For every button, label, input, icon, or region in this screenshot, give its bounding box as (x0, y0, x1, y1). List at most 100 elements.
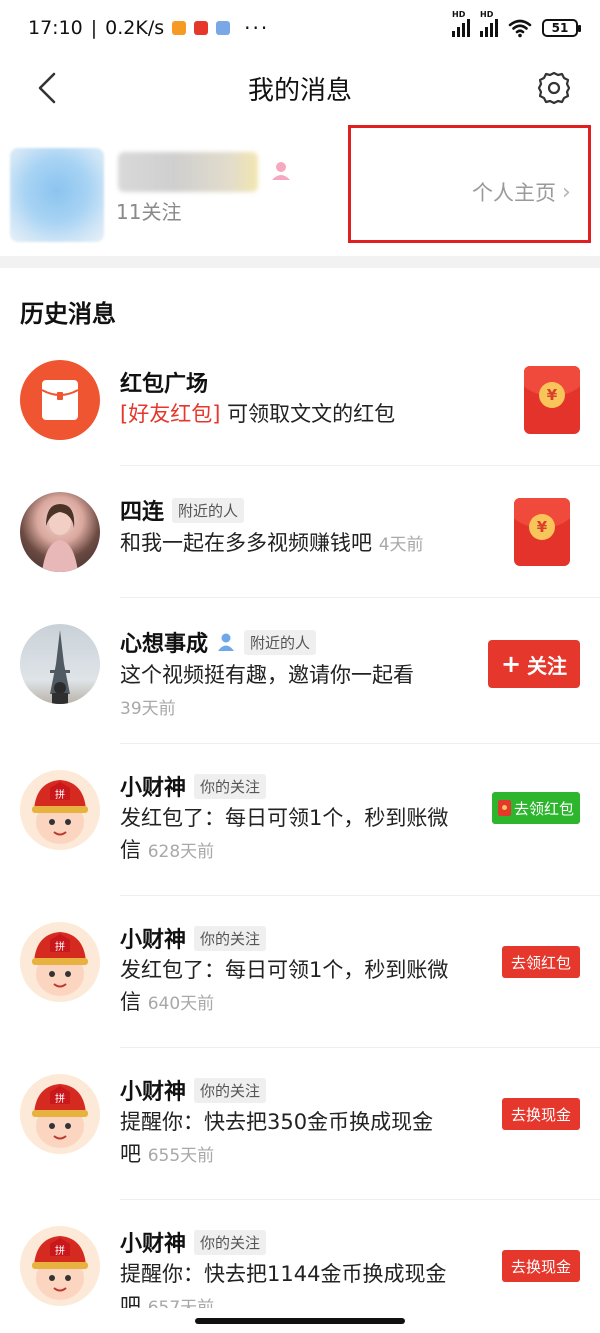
avatar[interactable] (10, 148, 104, 242)
sender-name: 四连 附近的人 (120, 494, 245, 526)
message-text: 和我一起在多多视频赚钱吧 4天前 (120, 527, 480, 561)
sender-name-text: 心想事成 (120, 632, 209, 657)
mascot-avatar: 拼 (20, 770, 100, 850)
claim-redpacket-label: 去领红包 (513, 799, 574, 818)
status-time: 17:10 (28, 17, 83, 39)
profile-card: 11关注 个人主页 › (0, 120, 600, 256)
message-text: 发红包了：每日可领1个，秒到账微信 640天前 (120, 954, 450, 1020)
follow-button[interactable]: + 关注 (488, 640, 580, 688)
exchange-cash-button[interactable]: 去换现金 (501, 1098, 580, 1130)
chevron-right-icon: › (562, 179, 571, 205)
avatar (20, 624, 100, 704)
message-time: 4天前 (378, 535, 424, 555)
claim-redpacket-label: 去领红包 (510, 953, 571, 972)
exchange-cash-label: 去换现金 (510, 1105, 571, 1124)
sender-name: 红包广场 (120, 366, 208, 398)
person-icon (218, 633, 235, 651)
status-separator: | (90, 17, 98, 39)
list-item[interactable]: 拼 小财神 你的关注 发红包了：每日可领1个，秒到账微信 628天前 去领红包 (0, 744, 600, 896)
svg-text:拼: 拼 (55, 1244, 65, 1257)
hd-label: HD (452, 10, 466, 19)
list-item[interactable]: 拼 小财神 你的关注 发红包了：每日可领1个，秒到账微信 640天前 去领红包 (0, 896, 600, 1048)
exchange-cash-button[interactable]: 去换现金 (501, 1250, 580, 1282)
exchange-cash-label: 去换现金 (510, 1257, 571, 1276)
redpacket-icon[interactable]: ¥ (524, 366, 580, 434)
header: 我的消息 (0, 56, 600, 120)
message-text: 这个视频挺有趣，邀请你一起看 39天前 (120, 659, 460, 725)
app-notification-icon (172, 21, 187, 35)
gear-icon[interactable] (534, 68, 574, 108)
message-time: 657天前 (147, 1298, 215, 1308)
profile-name-blurred (118, 152, 258, 192)
pdd-notification-icon (194, 21, 209, 35)
message-text: 提醒你：快去把1144金币换成现金吧 657天前 (120, 1258, 450, 1308)
status-net-speed: 0.2K/s (105, 17, 165, 39)
hd-label: HD (480, 10, 494, 19)
message-text: 发红包了：每日可领1个，秒到账微信 628天前 (120, 802, 450, 868)
page-title: 我的消息 (247, 75, 352, 106)
message-time: 628天前 (147, 842, 215, 862)
home-indicator[interactable] (195, 1318, 405, 1324)
following-tag: 你的关注 (194, 1077, 267, 1103)
claim-redpacket-button[interactable]: 去领红包 (501, 946, 580, 978)
homepage-label: 个人主页 (472, 181, 556, 205)
user-badge-icon (272, 162, 290, 180)
message-body: 可领取文文的红包 (227, 402, 396, 426)
avatar (20, 492, 100, 572)
sender-name-text: 小财神 (120, 776, 187, 801)
battery-icon: 51 (542, 19, 581, 37)
message-notification-icon (216, 21, 231, 35)
status-bar: 17:10 | 0.2K/s ··· HD HD 51 (0, 0, 600, 56)
following-count[interactable]: 11关注 (116, 196, 181, 225)
plus-icon: + (500, 650, 522, 678)
sender-name: 心想事成 附近的人 (120, 626, 317, 658)
svg-text:拼: 拼 (55, 788, 65, 801)
back-icon[interactable] (30, 70, 66, 106)
sender-name-text: 小财神 (120, 1080, 187, 1105)
list-item[interactable]: 拼 小财神 你的关注 提醒你：快去把350金币换成现金吧 655天前 去换现金 (0, 1048, 600, 1200)
more-notifications-icon: ··· (244, 16, 270, 40)
mascot-avatar: 拼 (20, 1074, 100, 1154)
redpacket-square-icon (20, 360, 100, 440)
claim-redpacket-button[interactable]: 去领红包 (491, 792, 580, 824)
message-body: 这个视频挺有趣，邀请你一起看 (120, 663, 414, 687)
section-title: 历史消息 (20, 300, 116, 328)
nearby-tag: 附近的人 (244, 629, 317, 655)
sender-name: 小财神 你的关注 (120, 922, 267, 954)
following-tag: 你的关注 (194, 773, 267, 799)
nearby-tag: 附近的人 (172, 497, 245, 523)
sender-name: 小财神 你的关注 (120, 770, 267, 802)
mascot-avatar: 拼 (20, 922, 100, 1002)
yuan-coin-icon: ¥ (529, 514, 555, 540)
sender-name: 小财神 你的关注 (120, 1074, 267, 1106)
signal-icon-1: HD (452, 10, 470, 37)
homepage-link[interactable]: 个人主页 › (472, 177, 571, 207)
svg-text:拼: 拼 (55, 1092, 65, 1105)
sender-name-text: 小财神 (120, 1232, 187, 1257)
signal-icon-2: HD (480, 10, 498, 37)
following-tag: 你的关注 (194, 925, 267, 951)
message-time: 640天前 (147, 994, 215, 1014)
message-body: 和我一起在多多视频赚钱吧 (120, 531, 372, 555)
mascot-avatar: 拼 (20, 1226, 100, 1306)
sender-name-text: 红包广场 (120, 372, 209, 397)
sender-name-text: 小财神 (120, 928, 187, 953)
redpacket-mini-icon (497, 800, 511, 816)
friend-redpacket-tag: [好友红包] (120, 402, 221, 426)
svg-text:拼: 拼 (55, 940, 65, 953)
list-item[interactable]: 四连 附近的人 和我一起在多多视频赚钱吧 4天前 ¥ (0, 466, 600, 598)
message-time: 39天前 (120, 699, 176, 719)
following-tag: 你的关注 (194, 1229, 267, 1255)
message-time: 655天前 (147, 1146, 215, 1166)
sender-name-text: 四连 (120, 500, 165, 525)
wifi-icon (508, 19, 532, 38)
message-text: 提醒你：快去把350金币换成现金吧 655天前 (120, 1106, 450, 1172)
list-item[interactable]: 拼 小财神 你的关注 提醒你：快去把1144金币换成现金吧 657天前 去换现金 (0, 1200, 600, 1308)
list-item[interactable]: 心想事成 附近的人 这个视频挺有趣，邀请你一起看 39天前 + 关注 (0, 598, 600, 744)
list-item[interactable]: 红包广场 [好友红包] 可领取文文的红包 ¥ (0, 340, 600, 466)
section-divider (0, 256, 600, 268)
message-text: [好友红包] 可领取文文的红包 (120, 398, 450, 430)
redpacket-icon[interactable]: ¥ (514, 498, 570, 566)
yuan-coin-icon: ¥ (539, 382, 565, 408)
sender-name: 小财神 你的关注 (120, 1226, 267, 1258)
